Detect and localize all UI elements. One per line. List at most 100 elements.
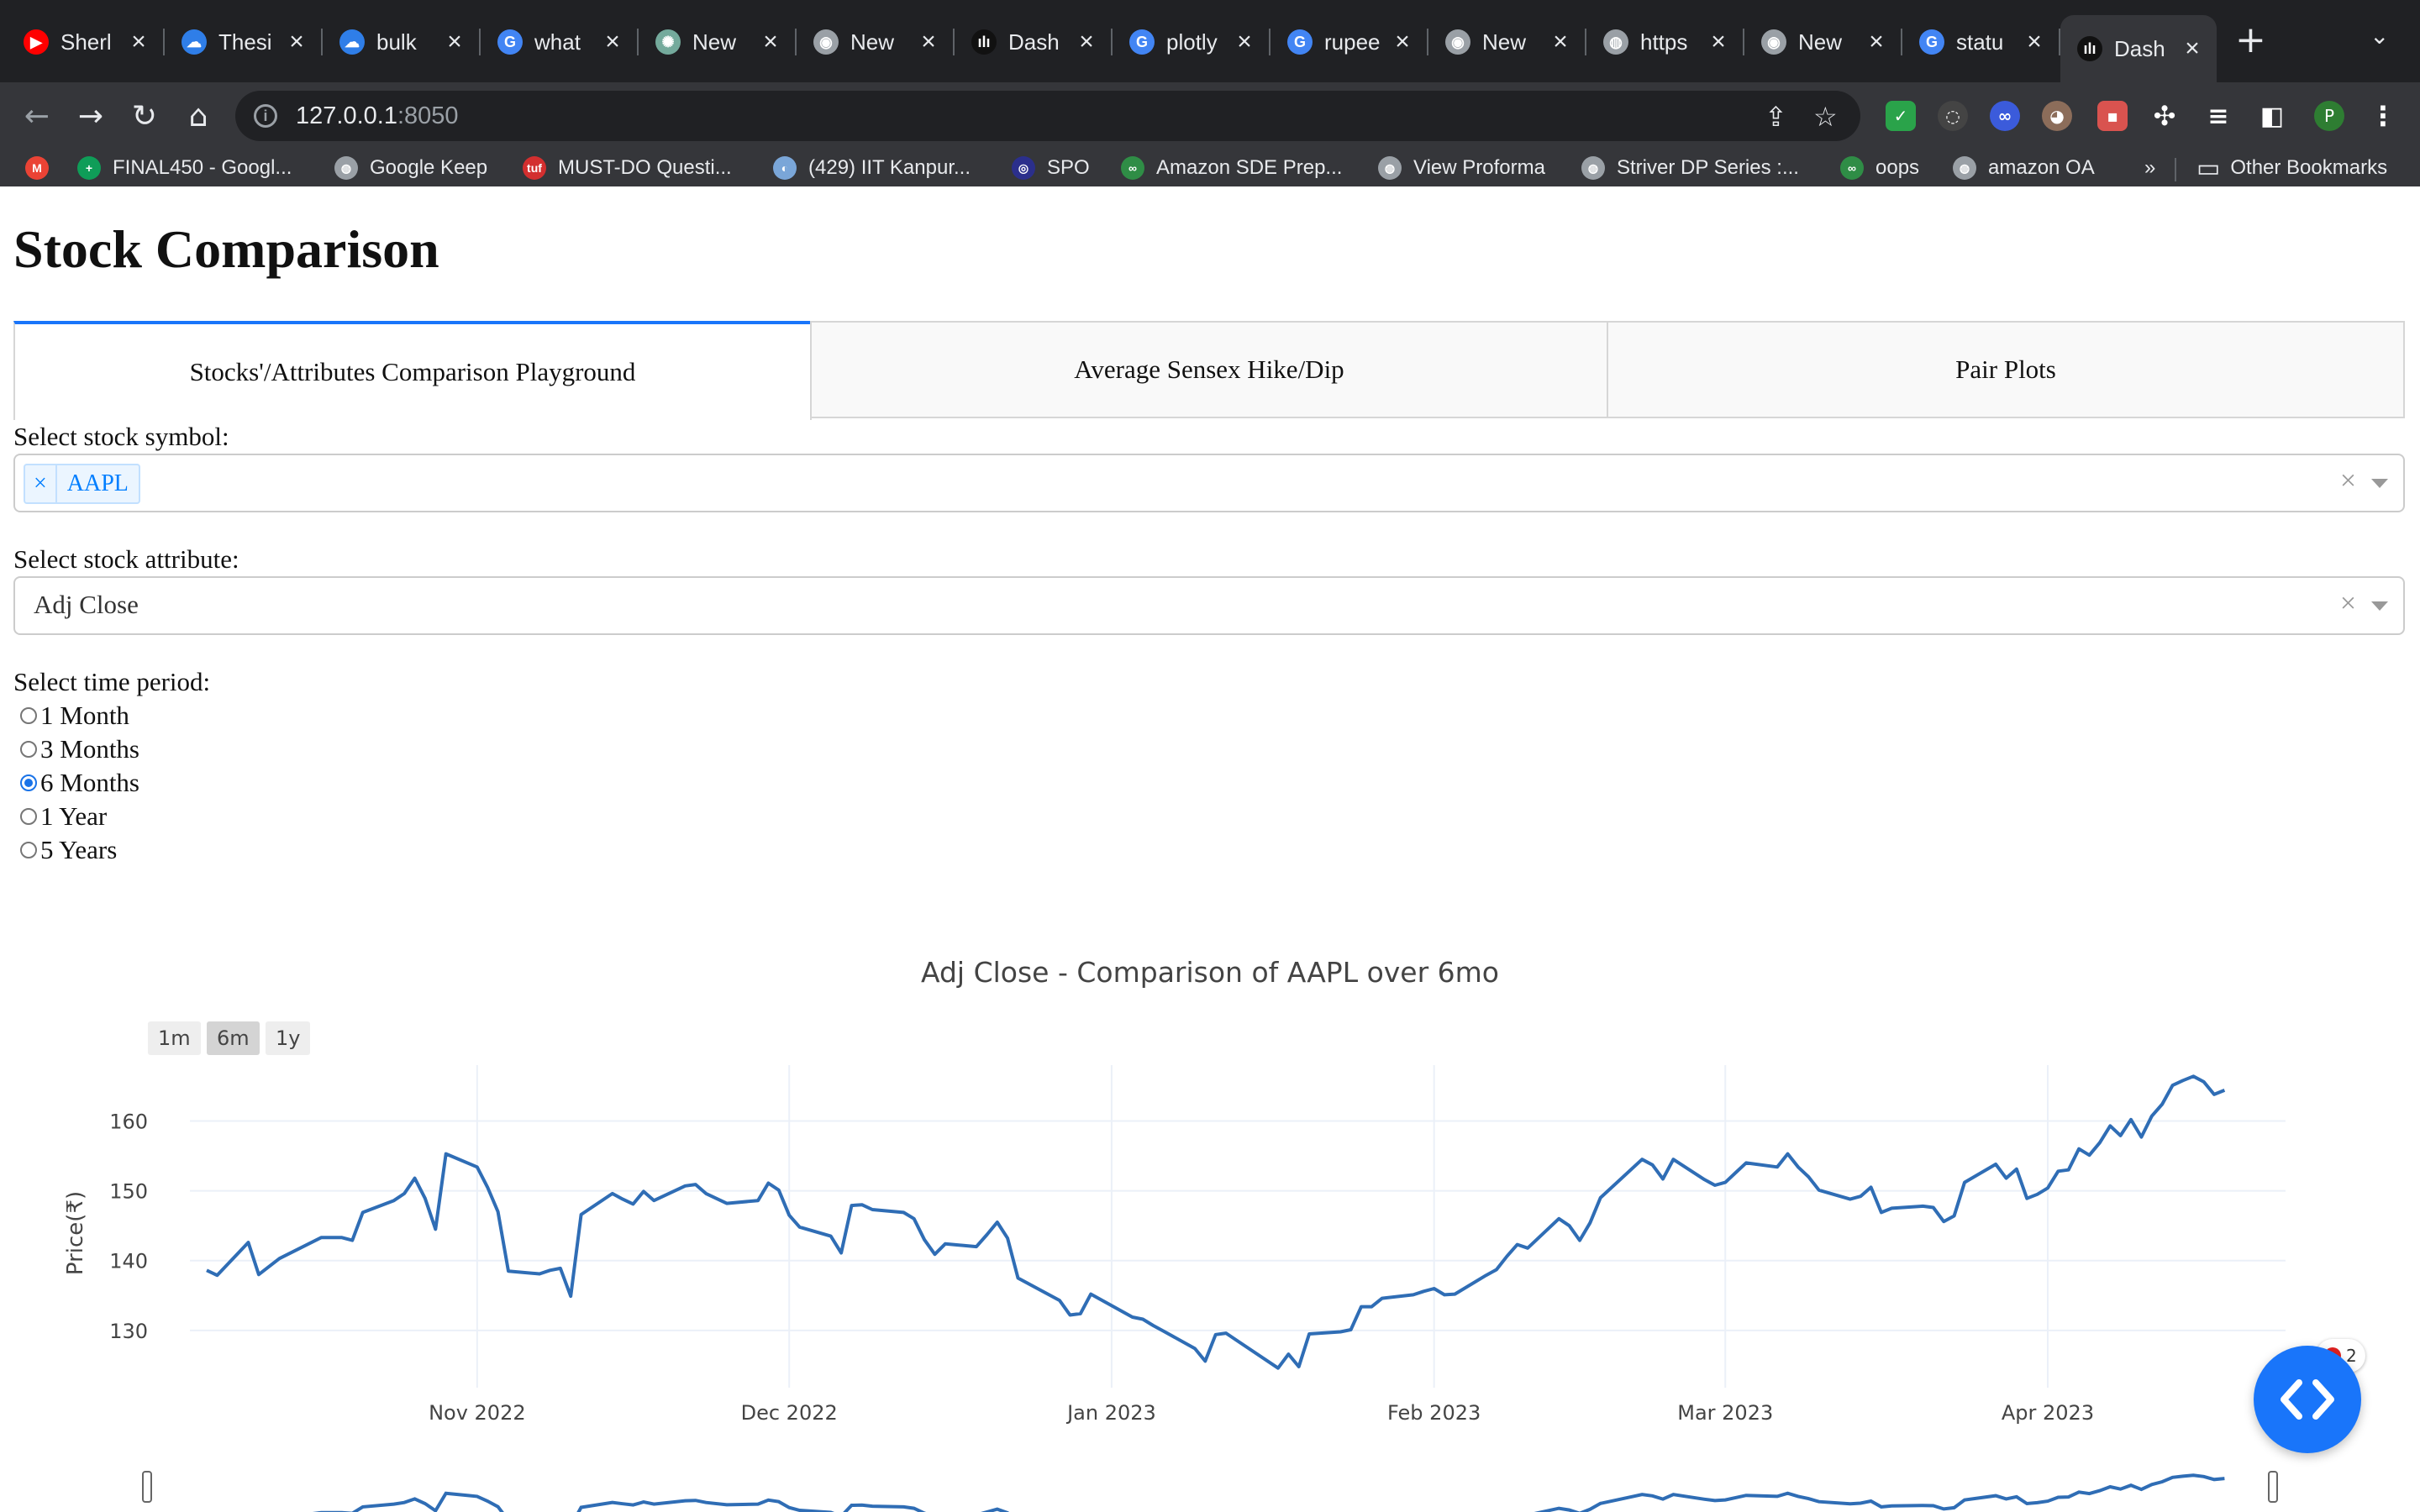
time-period-option[interactable]: 6 Months: [20, 766, 139, 800]
tab-title: what: [534, 29, 581, 55]
chrome-icon: ◉: [1761, 29, 1786, 55]
bookmarks-divider: [2175, 158, 2176, 181]
bookmark-item[interactable]: ◐ (429) IIT Kanpur...: [773, 153, 971, 183]
browser-tab[interactable]: Gplotly ×: [1113, 15, 1269, 69]
close-tab-icon[interactable]: ×: [1548, 28, 1573, 56]
other-bookmarks-folder[interactable]: ▭ Other Bookmarks: [2196, 153, 2387, 183]
youtube-icon: ▶: [24, 29, 49, 55]
bookmark-item[interactable]: ◍ View Proforma: [1378, 153, 1545, 183]
bookmark-item[interactable]: ◍ Google Keep: [334, 153, 487, 183]
close-tab-icon[interactable]: ×: [126, 28, 151, 56]
site-info-icon[interactable]: i: [254, 104, 277, 128]
forward-arrow-icon[interactable]: →: [67, 92, 114, 139]
browser-tab[interactable]: ◉ New ×: [797, 15, 953, 69]
dropdown-arrow-icon[interactable]: [2371, 479, 2388, 488]
bookmark-item[interactable]: M: [25, 153, 60, 183]
bookmark-item[interactable]: ◎ SPO: [1012, 153, 1090, 183]
time-period-option[interactable]: 3 Months: [20, 732, 139, 766]
remove-chip-icon[interactable]: ×: [25, 465, 57, 502]
browser-menu-icon[interactable]: ⋮: [2368, 100, 2398, 132]
extension-spy-icon[interactable]: ◕: [2042, 101, 2072, 131]
tab-search-chevron-icon[interactable]: ⌄: [2370, 22, 2389, 50]
radio-label: 1 Year: [40, 801, 108, 831]
browser-tab[interactable]: ◍ https ×: [1586, 15, 1743, 69]
address-bar[interactable]: i 127.0.0.1:8050 ⇪ ☆: [235, 91, 1860, 141]
tab-label: Average Sensex Hike/Dip: [1074, 354, 1344, 384]
close-tab-icon[interactable]: ×: [1390, 28, 1415, 56]
browser-tab[interactable]: ☁ Thesi ×: [165, 15, 321, 69]
chatgpt-icon: ✺: [655, 29, 681, 55]
close-tab-icon[interactable]: ×: [1074, 28, 1099, 56]
share-icon[interactable]: ⇪: [1765, 101, 1787, 133]
close-tab-icon[interactable]: ×: [916, 28, 941, 56]
home-icon[interactable]: ⌂: [175, 92, 222, 139]
close-tab-icon[interactable]: ×: [758, 28, 783, 56]
radio-button[interactable]: [20, 808, 37, 825]
browser-tab[interactable]: ◉ New ×: [1428, 15, 1585, 69]
tab-title: Thesi: [218, 29, 272, 55]
dropdown-arrow-icon[interactable]: [2371, 601, 2388, 611]
stock-symbol-dropdown[interactable]: × AAPL ×: [13, 454, 2405, 512]
reading-list-icon[interactable]: ≡: [2203, 101, 2233, 131]
range-button-1m[interactable]: 1m: [148, 1021, 201, 1055]
chrome-icon: ◉: [1445, 29, 1470, 55]
close-tab-icon[interactable]: ×: [1706, 28, 1731, 56]
range-button-1y[interactable]: 1y: [266, 1021, 311, 1055]
extension-infinity-icon[interactable]: ∞: [1990, 101, 2020, 131]
bookmark-label: (429) IIT Kanpur...: [808, 156, 971, 179]
more-bookmarks-button[interactable]: »: [2144, 153, 2155, 183]
extension-sync-icon[interactable]: ◌: [1938, 101, 1968, 131]
new-tab-button[interactable]: +: [2235, 18, 2266, 61]
time-period-option[interactable]: 5 Years: [20, 833, 117, 867]
tab-average-sensex[interactable]: Average Sensex Hike/Dip: [810, 321, 1608, 418]
bookmark-item[interactable]: ∞ oops: [1840, 153, 1919, 183]
browser-tab-strip: + ⌄ ▶ Sherl × ☁ Thesi × ☁ bulk × Gwhat × ✺ New × ◉ New ×…: [0, 0, 2420, 82]
close-tab-icon[interactable]: ×: [2180, 34, 2205, 63]
time-period-option[interactable]: 1 Month: [20, 699, 129, 732]
onedrive-icon: ☁: [182, 29, 207, 55]
close-tab-icon[interactable]: ×: [442, 28, 467, 56]
close-tab-icon[interactable]: ×: [1232, 28, 1257, 56]
clear-icon[interactable]: ×: [2340, 465, 2356, 497]
browser-tab[interactable]: ✺ New ×: [639, 15, 795, 69]
tab-comparison-playground[interactable]: Stocks'/Attributes Comparison Playground: [13, 321, 812, 420]
radio-button[interactable]: [20, 741, 37, 758]
bookmark-item[interactable]: ∞ Amazon SDE Prep...: [1121, 153, 1342, 183]
bookmark-star-icon[interactable]: ☆: [1813, 101, 1838, 133]
quora-icon: ◐: [773, 156, 797, 180]
spo-icon: ◎: [1012, 156, 1035, 180]
radio-button[interactable]: [20, 774, 37, 791]
browser-tab[interactable]: ılı Dash ×: [955, 15, 1111, 69]
extensions-puzzle-icon[interactable]: ✣: [2149, 100, 2180, 132]
bookmark-item[interactable]: ◍ amazon OA: [1953, 153, 2095, 183]
browser-tab[interactable]: ☁ bulk ×: [323, 15, 479, 69]
browser-tab[interactable]: ▶ Sherl ×: [7, 15, 163, 69]
clear-icon[interactable]: ×: [2340, 588, 2356, 620]
bookmark-label: MUST-DO Questi...: [558, 156, 732, 179]
back-arrow-icon[interactable]: ←: [13, 92, 60, 139]
close-tab-icon[interactable]: ×: [600, 28, 625, 56]
browser-tab[interactable]: ◉ New ×: [1744, 15, 1901, 69]
stock-attribute-dropdown[interactable]: Adj Close ×: [13, 576, 2405, 635]
tab-pair-plots[interactable]: Pair Plots: [1607, 321, 2405, 418]
bookmark-item[interactable]: ◍ Striver DP Series :...: [1581, 153, 1799, 183]
browser-tab[interactable]: Gstatu ×: [1902, 15, 2059, 69]
browser-tab[interactable]: Gwhat ×: [481, 15, 637, 69]
dash-devtools-button[interactable]: [2254, 1346, 2361, 1453]
side-panel-icon[interactable]: ◧: [2257, 101, 2287, 131]
time-period-option[interactable]: 1 Year: [20, 800, 107, 833]
bookmark-item[interactable]: tuf MUST-DO Questi...: [523, 153, 732, 183]
extension-red-icon[interactable]: ▪: [2097, 101, 2128, 131]
profile-avatar[interactable]: P: [2314, 101, 2344, 131]
browser-tab[interactable]: Grupee ×: [1270, 15, 1427, 69]
radio-button[interactable]: [20, 842, 37, 858]
browser-tab[interactable]: ılı Dash ×: [2060, 15, 2217, 82]
close-tab-icon[interactable]: ×: [1864, 28, 1889, 56]
radio-button[interactable]: [20, 707, 37, 724]
bookmark-item[interactable]: + FINAL450 - Googl...: [77, 153, 292, 183]
close-tab-icon[interactable]: ×: [2022, 28, 2047, 56]
range-button-6m[interactable]: 6m: [207, 1021, 260, 1055]
reload-icon[interactable]: ↻: [121, 92, 168, 139]
extension-shield-icon[interactable]: ✓: [1886, 101, 1916, 131]
close-tab-icon[interactable]: ×: [284, 28, 309, 56]
